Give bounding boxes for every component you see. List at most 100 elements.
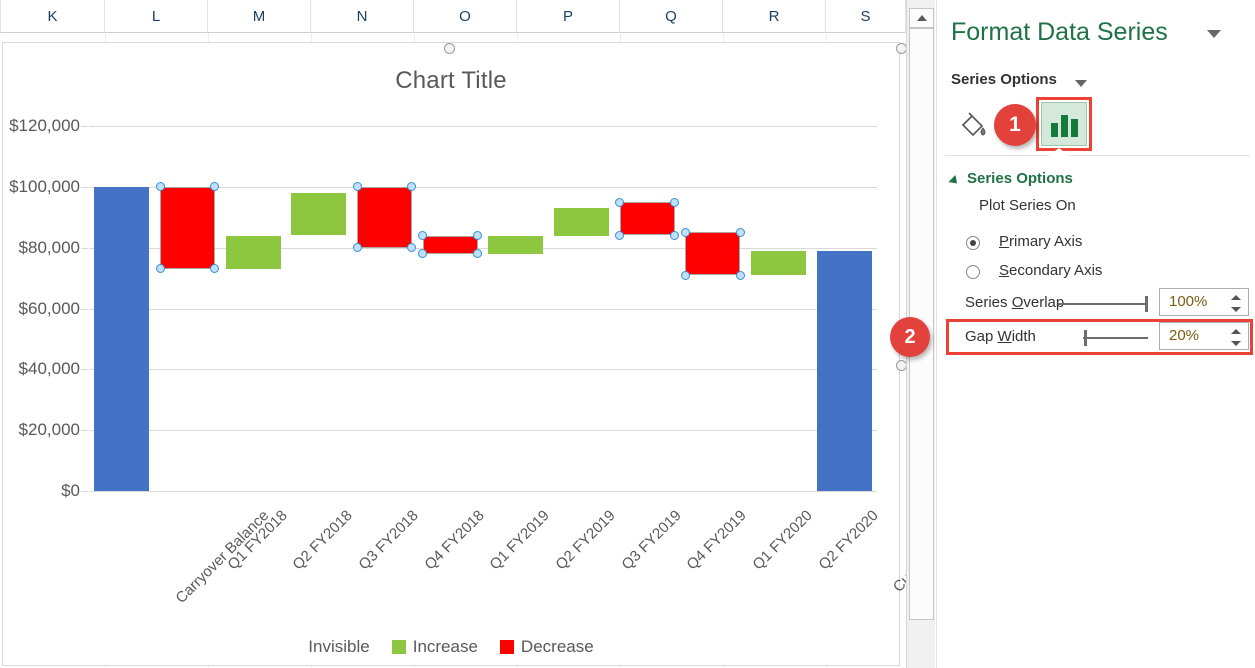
chart-title[interactable]: Chart Title [3, 67, 899, 95]
data-point-handle[interactable] [615, 197, 625, 207]
y-axis-label: $40,000 [18, 359, 80, 379]
column-header-R[interactable]: R [723, 0, 826, 33]
series-overlap-spinbox[interactable]: 100% [1159, 288, 1249, 316]
callout-badge-2: 2 [890, 317, 930, 357]
y-axis-label: $120,000 [9, 116, 80, 135]
data-point-handle[interactable] [352, 243, 362, 253]
chart-object[interactable]: Chart Title $0 $20,000 $40,000 $60,000 $80,0… [2, 42, 935, 666]
chart-bar[interactable] [225, 235, 281, 269]
chart-bar[interactable] [685, 232, 741, 276]
radio-button-icon[interactable] [966, 265, 980, 279]
gap-width-highlight [946, 319, 1253, 355]
spin-up-icon[interactable] [1231, 294, 1241, 300]
data-point-handle[interactable] [352, 182, 362, 192]
legend-item[interactable]: Increase [391, 637, 478, 657]
pane-subtitle[interactable]: Series Options [951, 71, 1057, 88]
excel-window: KLMNOPQRS Chart Title $0 $20,000 $40,000 $6… [0, 0, 1255, 668]
plot-area[interactable]: $0 $20,000 $40,000 $60,000 $80,000 $100,000 $1… [9, 116, 935, 607]
chevron-down-icon[interactable] [1207, 30, 1221, 38]
pane-title: Format Data Series [951, 18, 1168, 46]
y-axis-tick [81, 308, 88, 310]
chart-bar[interactable] [422, 235, 478, 254]
radio-secondary-axis[interactable]: Secondary Axis [966, 262, 1103, 279]
y-axis-tick [81, 247, 88, 249]
scroll-up-arrow-icon[interactable] [909, 8, 934, 28]
pane-icon-row: 1 [937, 97, 1255, 157]
data-point-handle[interactable] [670, 231, 680, 240]
data-point-handle[interactable] [735, 270, 745, 280]
column-header-K[interactable]: K [0, 0, 105, 33]
chart-bar[interactable] [488, 235, 544, 254]
radio-primary-axis[interactable]: Primary Axis [966, 233, 1083, 250]
radio-primary-axis-label: Primary Axis [999, 233, 1083, 250]
chart-bar[interactable] [751, 250, 806, 276]
chart-bar[interactable] [160, 186, 215, 269]
series-overlap-track[interactable] [1058, 303, 1148, 305]
spin-down-icon[interactable] [1231, 306, 1241, 312]
legend-swatch [499, 640, 514, 654]
fill-bucket-icon[interactable] [957, 108, 989, 140]
y-axis-label: $20,000 [18, 420, 80, 440]
data-point-handle[interactable] [155, 182, 165, 192]
chart-bar[interactable] [619, 202, 675, 236]
y-axis-label: $100,000 [9, 176, 80, 196]
column-header-N[interactable]: N [311, 0, 414, 33]
gridline [89, 430, 877, 432]
x-axis-category-label: Q4 FY2019 [683, 507, 750, 574]
x-axis-category-label: Q1 FY2020 [749, 507, 816, 574]
plot-series-on-label: Plot Series On [979, 197, 1076, 214]
data-point-handle[interactable] [680, 227, 690, 237]
legend-item[interactable]: Invisible [308, 637, 369, 657]
data-point-handle[interactable] [418, 249, 428, 259]
data-point-handle[interactable] [680, 270, 690, 280]
radio-button-icon[interactable] [966, 236, 980, 250]
x-axis-category-label: Q1 FY2019 [486, 507, 553, 574]
data-point-handle[interactable] [407, 243, 417, 253]
chart-bar[interactable] [816, 250, 872, 491]
series-overlap-spin-buttons[interactable] [1229, 291, 1243, 315]
data-point-handle[interactable] [155, 264, 165, 274]
x-axis-category-label: Q2 FY2019 [552, 507, 619, 574]
x-axis-category-label: Q2 FY2018 [289, 507, 356, 574]
chevron-down-icon[interactable] [1075, 80, 1087, 87]
callout-badge-1: 1 [994, 104, 1036, 146]
data-point-handle[interactable] [473, 231, 483, 240]
chart-bar[interactable] [291, 192, 347, 236]
data-point-handle[interactable] [407, 182, 417, 192]
column-header-L[interactable]: L [105, 0, 208, 33]
collapse-triangle-icon[interactable] [948, 174, 961, 188]
column-header-M[interactable]: M [208, 0, 311, 33]
y-axis-tick [81, 430, 88, 432]
legend-item[interactable]: Decrease [499, 637, 594, 657]
series-options-section-header: Series Options [967, 170, 1073, 187]
column-header-O[interactable]: O [414, 0, 517, 33]
radio-secondary-axis-label: Secondary Axis [999, 262, 1103, 279]
legend-swatch [391, 640, 406, 654]
column-headers: KLMNOPQRS [0, 0, 935, 33]
data-point-handle[interactable] [473, 249, 483, 259]
chart-bar[interactable] [554, 208, 609, 236]
data-point-handle[interactable] [735, 227, 745, 237]
y-axis-tick [81, 186, 88, 188]
series-options-icon-highlight [1036, 97, 1092, 151]
data-point-handle[interactable] [210, 264, 220, 274]
gridline [89, 126, 877, 127]
chart-handle-top-center[interactable] [444, 43, 455, 54]
data-point-handle[interactable] [615, 231, 625, 240]
series-overlap-label: Series Overlap [965, 294, 1065, 311]
gridline [89, 491, 877, 492]
series-overlap-row: Series Overlap 100% [937, 288, 1255, 318]
y-axis-tick [81, 369, 88, 371]
column-header-P[interactable]: P [517, 0, 620, 33]
chart-legend[interactable]: Invisible Increase Decrease [3, 637, 899, 657]
column-header-S[interactable]: S [826, 0, 906, 33]
y-axis-tick [81, 491, 88, 492]
gridline [89, 308, 877, 310]
data-point-handle[interactable] [210, 182, 220, 192]
chart-bar[interactable] [357, 186, 412, 248]
data-point-handle[interactable] [670, 197, 680, 207]
column-header-Q[interactable]: Q [620, 0, 723, 33]
series-overlap-thumb[interactable] [1145, 296, 1148, 312]
chart-bar[interactable] [94, 186, 150, 491]
series-overlap-value: 100% [1169, 293, 1208, 310]
